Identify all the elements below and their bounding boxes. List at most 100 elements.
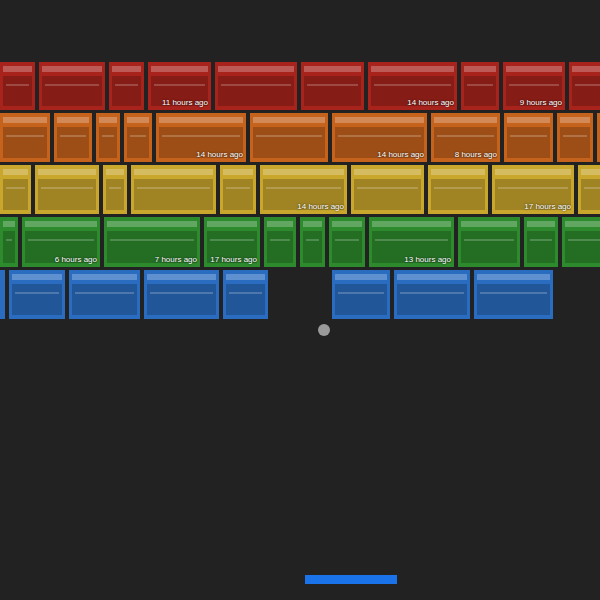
brick-detail — [28, 239, 94, 241]
brick-detail — [41, 187, 93, 189]
brick-detail — [581, 179, 600, 210]
brick: 17 hours ago — [204, 217, 260, 267]
brick — [0, 217, 18, 267]
brick-detail — [375, 239, 448, 241]
brick-detail — [6, 84, 29, 86]
paddle[interactable] — [305, 575, 397, 584]
brick-detail — [3, 127, 47, 158]
brick-row: 14 hours ago14 hours ago8 hours ago — [0, 113, 600, 162]
brick-detail — [221, 84, 291, 86]
brick — [474, 270, 553, 319]
brick-detail — [572, 66, 600, 72]
brick-detail — [357, 187, 418, 189]
brick: 17 hours ago — [492, 165, 574, 214]
brick-detail — [354, 179, 421, 210]
brick-detail — [527, 231, 555, 263]
brick-detail — [509, 84, 559, 86]
brick-detail — [434, 187, 482, 189]
brick-detail — [207, 221, 257, 227]
brick-detail — [223, 169, 253, 175]
brick-detail — [267, 231, 293, 263]
brick-detail — [374, 84, 451, 86]
brick-detail — [303, 221, 322, 227]
brick-detail — [162, 135, 240, 137]
brick — [264, 217, 296, 267]
brick-detail — [134, 179, 213, 210]
brick-detail — [400, 292, 464, 294]
brick-detail — [6, 187, 25, 189]
brick-detail — [60, 135, 86, 137]
brick: 14 hours ago — [156, 113, 246, 162]
ball — [318, 324, 330, 336]
brick-detail — [107, 221, 197, 227]
brick-detail — [253, 127, 325, 158]
brick-detail — [130, 135, 146, 137]
brick — [215, 62, 297, 110]
brick — [458, 217, 520, 267]
brick — [0, 113, 50, 162]
brick-detail — [510, 135, 547, 137]
brick-detail — [338, 292, 384, 294]
brick — [0, 165, 31, 214]
brick-detail — [137, 187, 210, 189]
brick-detail — [431, 169, 485, 175]
brick-detail — [102, 135, 114, 137]
brick-detail — [507, 117, 550, 123]
brick — [69, 270, 140, 319]
brick-detail — [218, 66, 294, 72]
brick-detail — [335, 274, 387, 280]
brick-label: 14 hours ago — [196, 150, 243, 160]
brick — [96, 113, 120, 162]
brick-detail — [150, 292, 213, 294]
brick-detail — [15, 292, 59, 294]
brick — [220, 165, 256, 214]
brick — [35, 165, 99, 214]
brick-detail — [229, 292, 262, 294]
brick-label: 7 hours ago — [155, 255, 197, 265]
brick-detail — [72, 274, 137, 280]
brick-detail — [3, 221, 15, 227]
brick-detail — [12, 284, 62, 315]
brick — [300, 217, 325, 267]
brick — [569, 62, 600, 110]
brick-detail — [464, 239, 514, 241]
brick — [557, 270, 600, 319]
brick-detail — [3, 169, 28, 175]
brick-detail — [6, 135, 44, 137]
brick — [250, 113, 328, 162]
brick-detail — [3, 179, 28, 210]
brick-detail — [498, 187, 568, 189]
brick — [109, 62, 144, 110]
brick — [131, 165, 216, 214]
brick-detail — [568, 239, 600, 241]
brick-detail — [109, 187, 121, 189]
brick-detail — [42, 66, 102, 72]
brick-detail — [134, 169, 213, 175]
brick: 9 hours ago — [503, 62, 565, 110]
brick-detail — [270, 239, 290, 241]
brick-detail — [12, 274, 62, 280]
brick-detail — [397, 274, 467, 280]
brick — [504, 113, 553, 162]
brick-detail — [112, 66, 141, 72]
brick-label: 14 hours ago — [297, 202, 344, 212]
brick — [394, 270, 470, 319]
brick: 14 hours ago — [260, 165, 347, 214]
brick-detail — [530, 239, 552, 241]
brick-detail — [57, 127, 89, 158]
brick-detail — [304, 76, 361, 106]
brick-detail — [434, 117, 497, 123]
brick-detail — [42, 76, 102, 106]
brick-detail — [115, 84, 138, 86]
game-board: 11 hours ago14 hours ago9 hours ago14 ho… — [0, 0, 600, 600]
brick-detail — [112, 76, 141, 106]
brick-detail — [477, 284, 550, 315]
brick-detail — [335, 284, 387, 315]
brick — [351, 165, 424, 214]
brick-detail — [57, 117, 89, 123]
brick-detail — [335, 117, 424, 123]
brick-detail — [506, 66, 562, 72]
brick — [329, 217, 365, 267]
brick — [144, 270, 219, 319]
brick-detail — [461, 231, 517, 263]
